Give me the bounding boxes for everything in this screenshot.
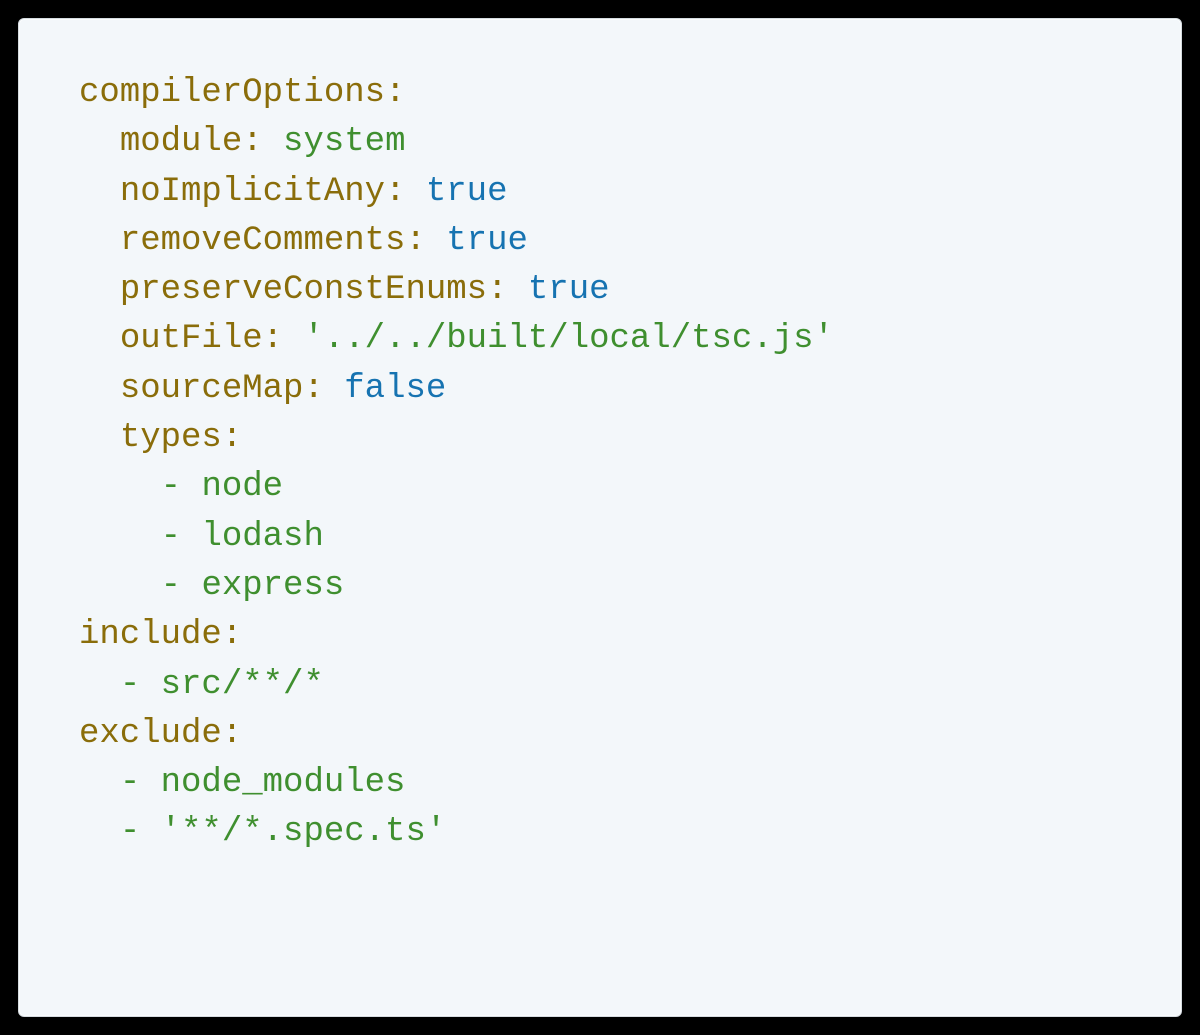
value-sourceMap: false xyxy=(344,370,446,408)
value-noImplicitAny: true xyxy=(426,173,508,211)
types-item-2: express xyxy=(201,567,344,605)
types-item-1: lodash xyxy=(201,518,323,556)
value-removeComments: true xyxy=(446,222,528,260)
value-outFile: '../../built/local/tsc.js' xyxy=(303,320,834,358)
key-preserveConstEnums: preserveConstEnums xyxy=(120,271,487,309)
yaml-code-block: compilerOptions: module: system noImplic… xyxy=(79,69,1131,858)
key-types: types xyxy=(120,419,222,457)
exclude-item-1: '**/*.spec.ts' xyxy=(161,813,447,851)
types-item-0: node xyxy=(201,468,283,506)
code-card: compilerOptions: module: system noImplic… xyxy=(18,18,1182,1017)
include-item-0: src/**/* xyxy=(161,666,324,704)
key-outFile: outFile xyxy=(120,320,263,358)
value-preserveConstEnums: true xyxy=(528,271,610,309)
document-frame: compilerOptions: module: system noImplic… xyxy=(0,0,1200,1035)
key-compilerOptions: compilerOptions xyxy=(79,74,385,112)
key-removeComments: removeComments xyxy=(120,222,406,260)
key-noImplicitAny: noImplicitAny xyxy=(120,173,385,211)
key-exclude: exclude xyxy=(79,715,222,753)
key-include: include xyxy=(79,616,222,654)
key-module: module xyxy=(120,123,242,161)
key-sourceMap: sourceMap xyxy=(120,370,304,408)
value-module: system xyxy=(283,123,405,161)
exclude-item-0: node_modules xyxy=(161,764,406,802)
